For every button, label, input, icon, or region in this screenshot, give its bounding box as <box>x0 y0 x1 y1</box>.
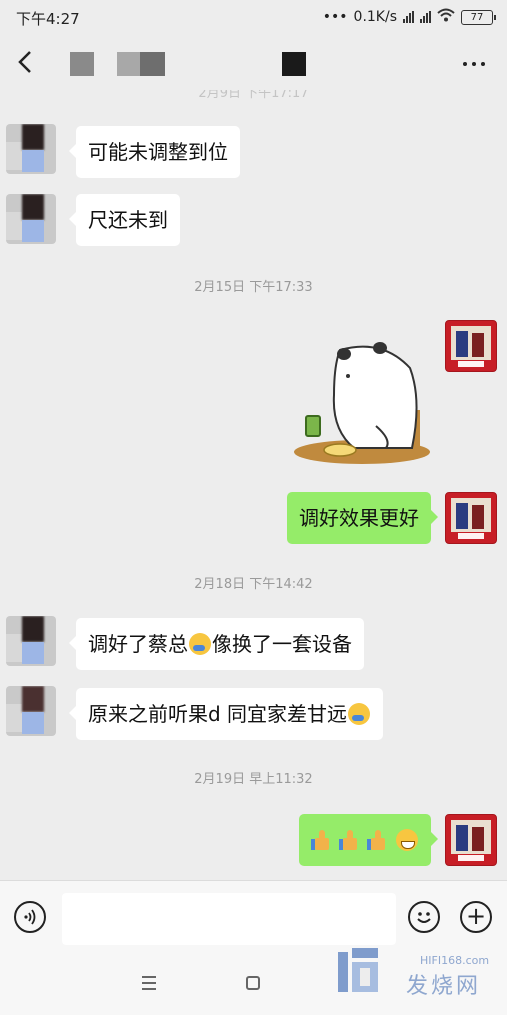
message-input[interactable] <box>62 893 396 945</box>
timestamp-partial: 2月9日 下午17:17 <box>198 90 309 101</box>
avatar[interactable] <box>445 492 497 544</box>
status-time: 下午4:27 <box>16 10 80 28</box>
smiley-icon[interactable] <box>408 901 440 933</box>
message-text: 原来之前听果d 同宜家差甘远 <box>88 702 348 726</box>
contact-name-redacted <box>70 52 94 76</box>
message-bubble[interactable]: 调好了蔡总 像换了一套设备 <box>69 618 364 670</box>
status-bar: 下午4:27 ••• 0.1K/s 77 <box>0 0 507 34</box>
message-text: 像换了一套设备 <box>212 632 352 656</box>
timestamp: 2月19日 早上11:32 <box>194 772 313 787</box>
message-bubble[interactable]: 可能未调整到位 <box>69 126 240 178</box>
home-icon[interactable] <box>246 976 260 990</box>
crying-laugh-emoji <box>189 633 211 655</box>
contact-name-redacted <box>282 52 306 76</box>
avatar[interactable] <box>6 124 56 174</box>
status-icons: ••• 0.1K/s 77 <box>322 8 496 26</box>
contact-name-redacted <box>140 52 165 76</box>
chat-header <box>0 34 507 90</box>
avatar[interactable] <box>445 814 497 866</box>
watermark-url: HIFI168.com <box>420 954 490 967</box>
message-bubble[interactable] <box>299 814 438 866</box>
message-bubble[interactable]: 调好效果更好 <box>287 492 438 544</box>
timestamp: 2月18日 下午14:42 <box>194 577 313 592</box>
voice-icon[interactable] <box>14 901 46 933</box>
more-dots-icon[interactable] <box>463 62 485 66</box>
avatar[interactable] <box>6 686 56 736</box>
watermark: HIFI168.com 发烧网 <box>336 940 506 1000</box>
battery-icon: 77 <box>461 9 496 25</box>
avatar[interactable] <box>6 194 56 244</box>
menu-icon[interactable] <box>142 976 156 994</box>
hifi-logo-icon <box>338 948 378 992</box>
message-text: 调好了蔡总 <box>88 632 188 656</box>
bear-tea-sticker[interactable] <box>282 340 432 470</box>
message-bubble[interactable]: 原来之前听果d 同宜家差甘远 <box>68 688 384 740</box>
plus-icon[interactable]: + <box>460 901 492 933</box>
crying-laugh-emoji <box>348 703 371 725</box>
grin-emoji <box>396 829 418 851</box>
watermark-name: 发烧网 <box>406 974 482 999</box>
avatar[interactable] <box>6 616 56 666</box>
thumbs-up-emoji <box>339 829 361 851</box>
signal-icon <box>403 11 414 23</box>
avatar[interactable] <box>445 320 497 372</box>
message-list[interactable]: 2月9日 下午17:17 可能未调整到位 尺还未到 2月15日 下午17:33 … <box>0 90 507 880</box>
dots-icon: ••• <box>322 9 348 25</box>
message-bubble[interactable]: 尺还未到 <box>69 194 180 246</box>
timestamp: 2月15日 下午17:33 <box>194 280 313 295</box>
chevron-left-icon[interactable] <box>14 48 38 76</box>
network-speed: 0.1K/s <box>353 9 397 25</box>
wifi-icon <box>437 8 455 26</box>
thumbs-up-emoji <box>367 829 389 851</box>
signal-icon <box>420 11 431 23</box>
thumbs-up-emoji <box>311 829 333 851</box>
